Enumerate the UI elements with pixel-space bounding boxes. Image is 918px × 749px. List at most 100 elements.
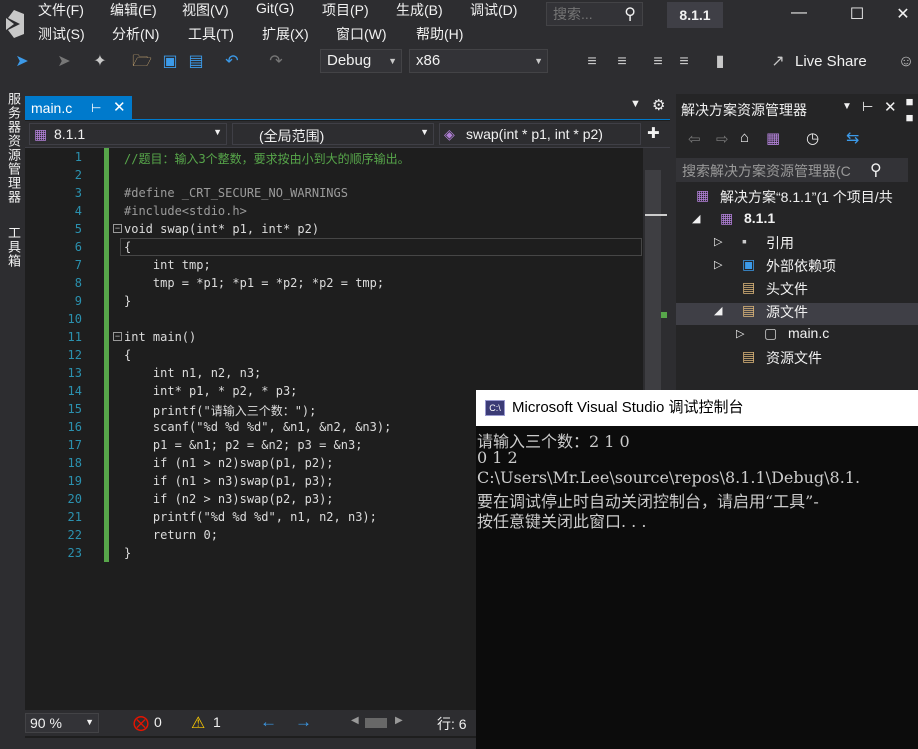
feedback-icon[interactable]: ☺ [896,52,916,72]
close-panel-icon[interactable]: ✕ [884,98,897,116]
menu-window[interactable]: 窗口(W) [336,24,387,44]
tree-item[interactable]: 头文件 [766,279,808,299]
tree-item[interactable]: 源文件 [766,302,808,322]
code-line[interactable]: p1 = &n1; p2 = &n2; p3 = &n3; [124,438,363,452]
toolbox-tab[interactable]: 工具箱 [4,226,23,268]
code-line[interactable]: if (n2 > n3)swap(p2, p3); [124,492,334,506]
code-line[interactable]: return 0; [124,528,218,542]
code-line[interactable]: //题目：输入3个整数，要求按由小到大的顺序输出。 [124,150,410,167]
code-line[interactable]: #include<stdio.h> [124,204,247,218]
comment-icon[interactable]: ≡ [648,52,668,72]
solution-search-input[interactable]: 搜索解决方案资源管理器(C [682,161,868,181]
error-icon[interactable]: ⨂ [133,713,149,733]
menu-test[interactable]: 测试(S) [38,24,85,44]
tree-item[interactable]: 解决方案“8.1.1”(1 个项目/共 [720,187,916,207]
tree-item[interactable]: 8.1.1 [744,210,775,226]
close-window-icon[interactable]: ✕ [888,4,918,26]
nav-project-select[interactable]: ▦ 8.1.1 ▼ [29,123,227,145]
nav-scope-select[interactable]: (全局范围) ▼ [232,123,434,145]
tree-expander-icon[interactable]: ▷ [736,327,744,340]
menu-project[interactable]: 项目(P) [322,0,369,20]
menu-file[interactable]: 文件(F) [38,0,84,20]
save-icon[interactable]: ▣ [160,52,180,72]
tree-item[interactable]: 外部依赖项 [766,256,836,276]
back-icon[interactable]: ⇦ [688,130,701,148]
home-icon[interactable]: ⌂ [740,129,749,146]
new-project-icon[interactable]: ✦ [90,52,110,72]
warning-icon[interactable]: ⚠ [191,713,205,733]
split-icon[interactable]: ✚ [647,124,660,142]
nav-function-select[interactable]: ◈ swap(int * p1, int * p2) [439,123,641,145]
search-box[interactable]: ⚲ [546,2,643,26]
history-icon[interactable]: ◷ [806,129,819,147]
bookmark-icon[interactable]: ▮ [710,52,730,72]
redo-icon[interactable]: ↷ [266,52,286,72]
panel-menu-icon[interactable]: ▼ [842,101,852,112]
step-icon[interactable]: ≡ [582,52,602,72]
menu-git[interactable]: Git(G) [256,0,294,16]
code-line[interactable]: #define _CRT_SECURE_NO_WARNINGS [124,186,348,200]
search-input[interactable] [547,3,617,25]
arrow-left-icon[interactable]: ← [260,712,277,732]
close-tab-icon[interactable]: ✕ [113,96,126,120]
code-line[interactable]: int main() [124,330,196,344]
fold-toggle-icon[interactable]: − [113,224,122,233]
menu-debug[interactable]: 调试(D) [470,0,517,20]
menu-edit[interactable]: 编辑(E) [110,0,157,20]
code-line[interactable]: int n1, n2, n3; [124,366,261,380]
scroll-left-icon[interactable]: ◀ [351,715,359,726]
tree-expander-icon[interactable]: ▷ [714,258,722,271]
code-line[interactable]: int tmp; [124,258,211,272]
format-icon[interactable]: ≡ [612,52,632,72]
settings-icon[interactable]: ⚙ [652,96,665,114]
server-explorer-tab[interactable]: 服务器资源管理器 [4,92,23,204]
uncomment-icon[interactable]: ≡ [674,52,694,72]
tab-main-c[interactable]: main.c ⊢ ✕ [25,96,132,120]
code-line[interactable]: printf("请输入三个数："); [124,402,316,419]
right-side-tab[interactable]: ■■ [902,94,917,126]
platform-select[interactable]: x86 ▼ [409,49,548,73]
menu-view[interactable]: 视图(V) [182,0,229,20]
share-icon[interactable]: ↗ [768,52,788,72]
zoom-select[interactable]: 90 % ▼ [25,713,99,733]
fold-toggle-icon[interactable]: − [113,332,122,341]
pin-icon[interactable]: ⊢ [91,96,101,120]
code-line[interactable]: void swap(int* p1, int* p2) [124,222,319,236]
code-line[interactable]: tmp = *p1; *p1 = *p2; *p2 = tmp; [124,276,384,290]
save-all-icon[interactable]: ▤ [186,52,206,72]
menu-analyze[interactable]: 分析(N) [112,24,159,44]
live-share-button[interactable]: Live Share [795,53,867,70]
tree-item[interactable]: main.c [788,325,829,341]
code-line[interactable]: } [124,294,131,308]
menu-build[interactable]: 生成(B) [396,0,443,20]
config-select[interactable]: Debug ▼ [320,49,402,73]
pin-icon[interactable]: ⊢ [862,99,873,115]
tree-item[interactable]: 引用 [766,233,794,253]
code-line[interactable]: if (n1 > n3)swap(p1, p3); [124,474,334,488]
scroll-right-icon[interactable]: ▶ [395,715,403,726]
menu-extensions[interactable]: 扩展(X) [262,24,309,44]
forward-icon[interactable]: ⇨ [716,130,729,148]
minimize-icon[interactable]: — [784,4,814,26]
arrow-right-icon[interactable]: → [295,712,312,732]
code-line[interactable]: printf("%d %d %d", n1, n2, n3); [124,510,377,524]
menu-help[interactable]: 帮助(H) [416,24,463,44]
menu-tools[interactable]: 工具(T) [188,24,234,44]
tree-item[interactable]: 资源文件 [766,348,822,368]
back-icon[interactable]: ➤ [12,52,32,72]
open-folder-icon[interactable]: 🗁 [132,52,152,72]
tree-expander-icon[interactable]: ◢ [692,212,700,225]
code-line[interactable]: int* p1, * p2, * p3; [124,384,298,398]
switch-view-icon[interactable]: ▦ [766,129,780,147]
code-line[interactable]: { [124,348,131,362]
undo-icon[interactable]: ↶ [222,52,242,72]
maximize-icon[interactable]: ☐ [842,4,872,26]
hscroll-thumb[interactable] [365,718,387,728]
sync-icon[interactable]: ⇆ [846,128,859,148]
tab-dropdown-icon[interactable]: ▼ [630,98,641,110]
solution-search-box[interactable]: 搜索解决方案资源管理器(C ⚲ [676,158,908,182]
tree-expander-icon[interactable]: ▷ [714,235,722,248]
forward-icon[interactable]: ➤ [54,52,74,72]
code-line[interactable]: if (n1 > n2)swap(p1, p2); [124,456,334,470]
code-line[interactable]: scanf("%d %d %d", &n1, &n2, &n3); [124,420,391,434]
